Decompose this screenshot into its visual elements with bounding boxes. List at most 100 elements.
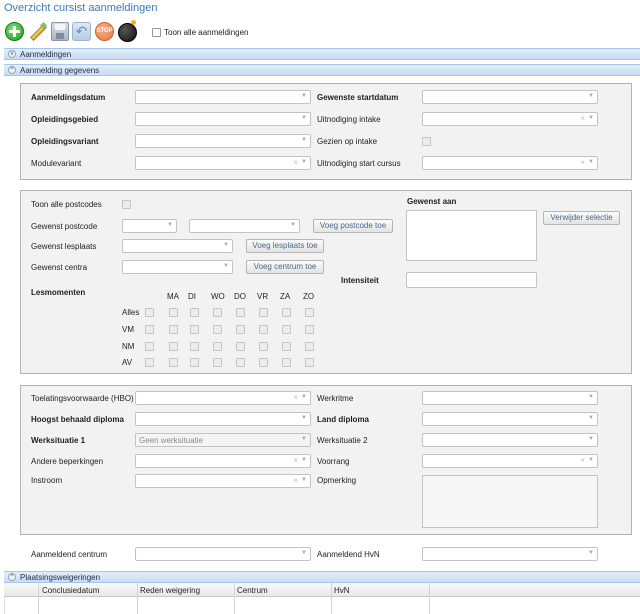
toelatingsvoorwaarde-select[interactable]: × ▼	[135, 391, 311, 405]
intensiteit-field[interactable]	[406, 272, 537, 288]
label-gezien-op-intake: Gezien op intake	[317, 137, 378, 146]
uitnodiging-start-select[interactable]: × ▼	[422, 156, 598, 170]
gezien-op-intake-checkbox[interactable]	[422, 137, 431, 146]
postcode-to-select[interactable]: ▼	[189, 219, 300, 233]
section-aanmeldingen[interactable]: v Aanmeldingen	[4, 48, 640, 60]
land-diploma-select[interactable]: ▼	[422, 412, 598, 426]
section-label: Aanmeldingen	[20, 50, 72, 59]
day-header-vr: VR	[257, 292, 269, 301]
voorrang-select[interactable]: × ▼	[422, 454, 598, 468]
moment-checkbox[interactable]	[145, 342, 154, 351]
moment-checkbox[interactable]	[213, 342, 222, 351]
moment-checkbox[interactable]	[236, 325, 245, 334]
stop-icon[interactable]: STOP	[95, 22, 114, 41]
label-instroom: Instroom	[31, 476, 63, 485]
col-centrum[interactable]: Centrum	[237, 586, 268, 595]
moment-checkbox[interactable]	[145, 325, 154, 334]
moment-checkbox[interactable]	[190, 325, 199, 334]
gewenste-startdatum-field[interactable]: ▼	[422, 90, 598, 104]
moment-checkbox[interactable]	[305, 342, 314, 351]
aanmeldend-centrum-select[interactable]: ▼	[135, 547, 311, 561]
moment-checkbox[interactable]	[213, 358, 222, 367]
lesplaats-select[interactable]: ▼	[122, 239, 233, 253]
moment-checkbox[interactable]	[259, 342, 268, 351]
moment-checkbox[interactable]	[236, 358, 245, 367]
moment-checkbox[interactable]	[282, 325, 291, 334]
moment-checkbox[interactable]	[236, 342, 245, 351]
add-centrum-button[interactable]: Voeg centrum toe	[246, 260, 324, 274]
moment-checkbox[interactable]	[145, 308, 154, 317]
chevron-up-icon: ^	[8, 66, 16, 74]
label-gewenst-centra: Gewenst centra	[31, 263, 88, 272]
aanmeldend-hvn-select[interactable]: ▼	[422, 547, 598, 561]
moment-row-label: AV	[122, 358, 133, 367]
remove-selection-button[interactable]: Verwijder selectie	[543, 211, 620, 225]
chevron-up-icon: ^	[8, 573, 16, 581]
werksituatie2-select[interactable]: ▼	[422, 433, 598, 447]
section-weigeringen[interactable]: ^ Plaatsingsweigeringen	[4, 571, 640, 583]
opmerking-textarea[interactable]	[422, 475, 598, 528]
opleidingsvariant-select[interactable]: ▼	[135, 134, 311, 148]
moment-checkbox[interactable]	[145, 358, 154, 367]
uitnodiging-intake-select[interactable]: × ▼	[422, 112, 598, 126]
col-reden-weigering[interactable]: Reden weigering	[140, 586, 200, 595]
moment-checkbox[interactable]	[305, 325, 314, 334]
label-gewenst-aan: Gewenst aan	[407, 197, 457, 206]
gewenst-aan-list[interactable]	[406, 210, 537, 261]
moment-checkbox[interactable]	[305, 358, 314, 367]
aanmeldingsdatum-field[interactable]: ▼	[135, 90, 311, 104]
label-gewenst-lesplaats: Gewenst lesplaats	[31, 242, 97, 251]
moment-checkbox[interactable]	[282, 342, 291, 351]
andere-beperkingen-select[interactable]: × ▼	[135, 454, 311, 468]
day-header-za: ZA	[280, 292, 291, 301]
bomb-icon[interactable]	[118, 20, 137, 42]
label-werksituatie2: Werksituatie 2	[317, 436, 368, 445]
undo-icon[interactable]: ↶	[72, 22, 91, 41]
moment-checkbox[interactable]	[190, 342, 199, 351]
show-all-checkbox[interactable]	[152, 28, 161, 37]
moment-checkbox[interactable]	[213, 325, 222, 334]
add-icon[interactable]	[5, 22, 24, 41]
col-hvn[interactable]: HvN	[334, 586, 350, 595]
day-header-do: DO	[234, 292, 246, 301]
hoogst-diploma-select[interactable]: ▼	[135, 412, 311, 426]
moment-checkbox[interactable]	[169, 358, 178, 367]
moment-checkbox[interactable]	[305, 308, 314, 317]
moment-checkbox[interactable]	[190, 358, 199, 367]
edit-icon[interactable]	[27, 21, 48, 41]
save-icon[interactable]	[51, 22, 69, 41]
table-header	[4, 583, 640, 597]
postcode-from-select[interactable]: ▼	[122, 219, 177, 233]
label-aanmeldingsdatum: Aanmeldingsdatum	[31, 93, 106, 102]
label-opmerking: Opmerking	[317, 476, 357, 485]
add-lesplaats-button[interactable]: Voeg lesplaats toe	[246, 239, 324, 253]
col-conclusiedatum[interactable]: Conclusiedatum	[42, 586, 99, 595]
moment-checkbox[interactable]	[259, 325, 268, 334]
label-opleidingsvariant: Opleidingsvariant	[31, 137, 99, 146]
moment-checkbox[interactable]	[259, 358, 268, 367]
centra-select[interactable]: ▼	[122, 260, 233, 274]
label-toelatingsvoorwaarde: Toelatingsvoorwaarde (HBO)	[31, 394, 134, 403]
moment-row-label: Alles	[122, 308, 140, 317]
moment-checkbox[interactable]	[213, 308, 222, 317]
day-header-wo: WO	[211, 292, 225, 301]
add-postcode-button[interactable]: Voeg postcode toe	[313, 219, 393, 233]
toon-alle-postcodes-checkbox[interactable]	[122, 200, 131, 209]
label-modulevariant: Modulevariant	[31, 159, 82, 168]
moment-checkbox[interactable]	[169, 342, 178, 351]
label-aanmeldend-centrum: Aanmeldend centrum	[31, 550, 108, 559]
werksituatie1-select[interactable]: Geen werksituatie ▼	[135, 433, 311, 447]
moment-checkbox[interactable]	[259, 308, 268, 317]
moment-checkbox[interactable]	[236, 308, 245, 317]
werkritme-select[interactable]: ▼	[422, 391, 598, 405]
section-gegevens[interactable]: ^ Aanmelding gegevens	[4, 64, 640, 76]
opleidingsgebied-select[interactable]: ▼	[135, 112, 311, 126]
moment-checkbox[interactable]	[190, 308, 199, 317]
instroom-select[interactable]: × ▼	[135, 474, 311, 488]
moment-checkbox[interactable]	[282, 358, 291, 367]
modulevariant-select[interactable]: × ▼	[135, 156, 311, 170]
panel-preferences	[20, 190, 632, 374]
moment-checkbox[interactable]	[282, 308, 291, 317]
moment-checkbox[interactable]	[169, 325, 178, 334]
moment-checkbox[interactable]	[169, 308, 178, 317]
